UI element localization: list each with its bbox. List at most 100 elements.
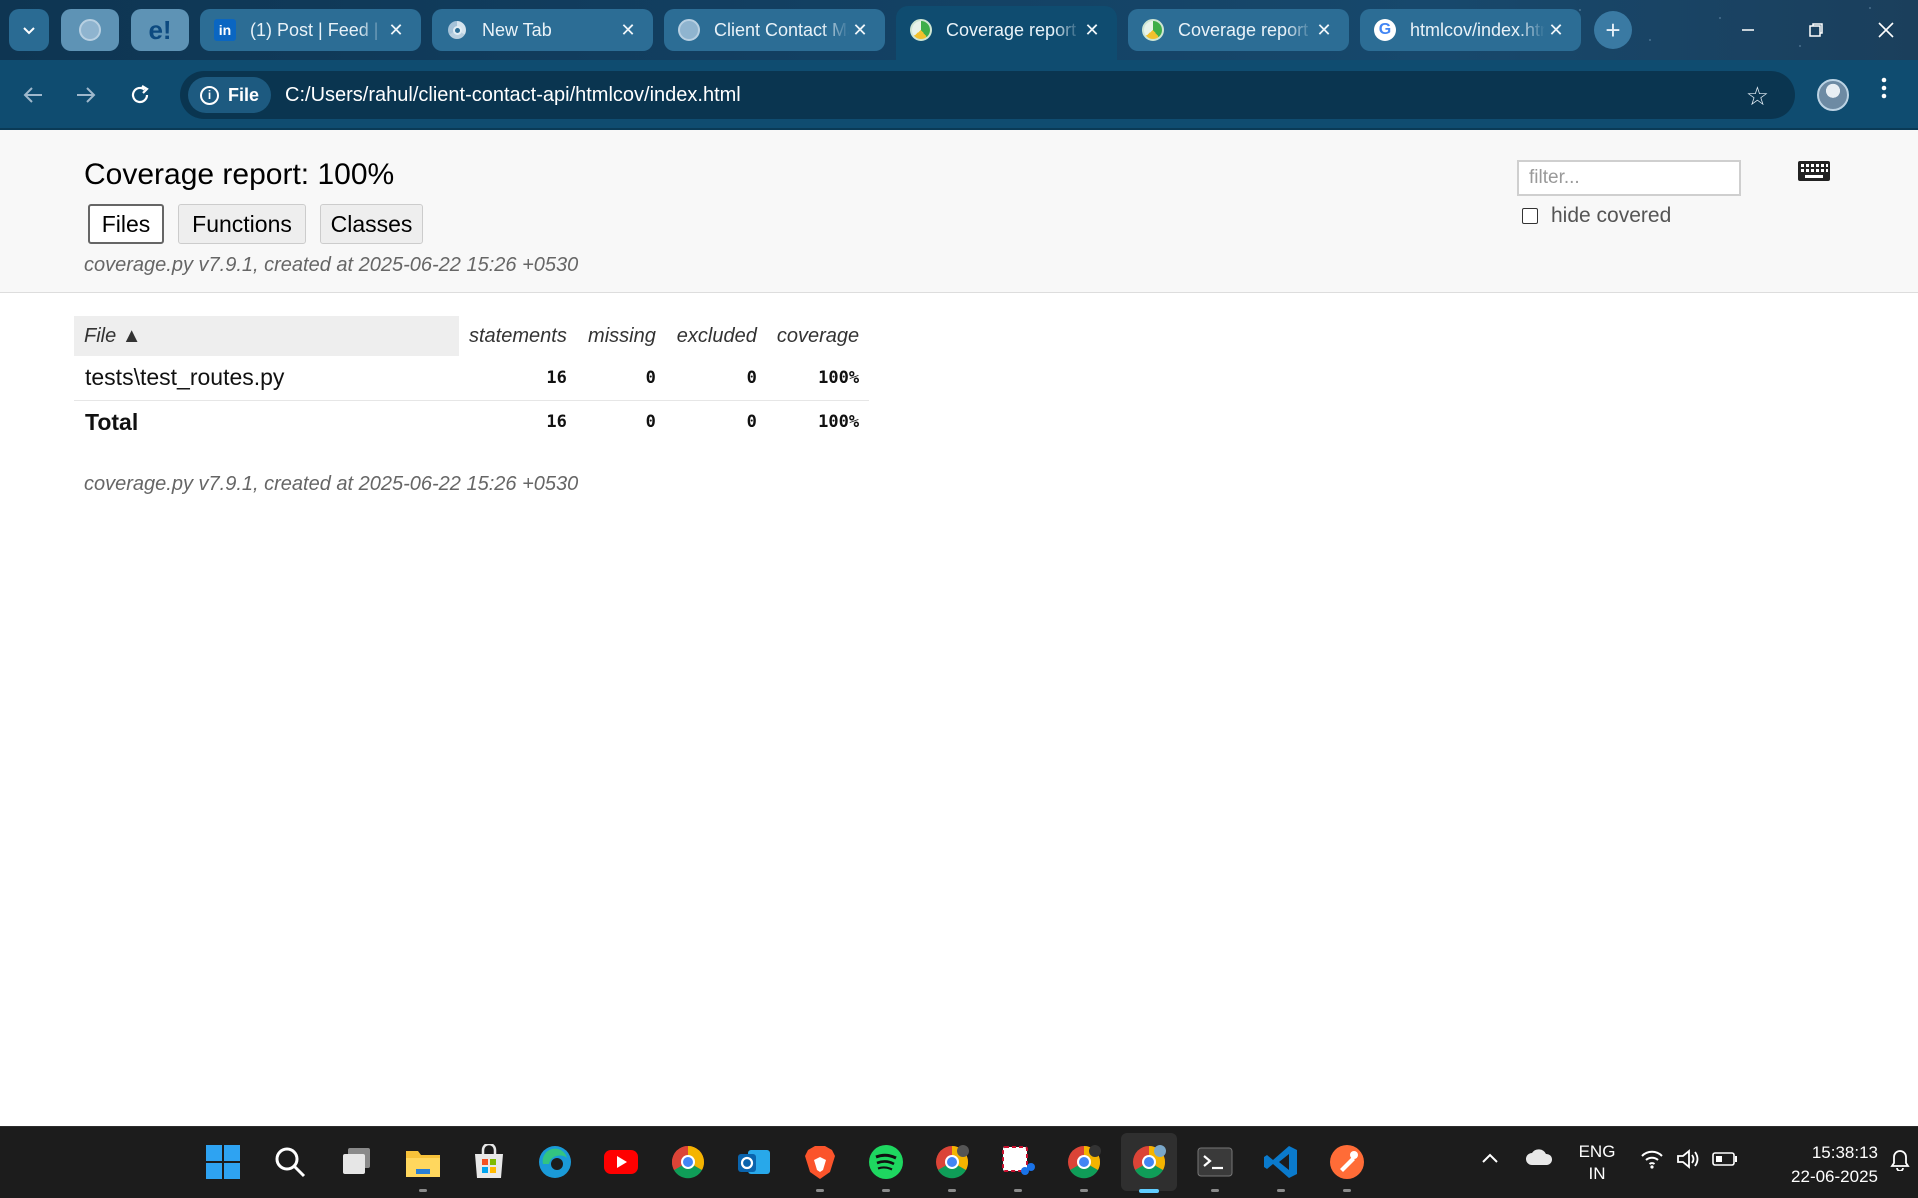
browser-toolbar: i File C:/Users/rahul/client-contact-api… xyxy=(0,60,1918,130)
clock-date: 22-06-2025 xyxy=(1791,1167,1878,1186)
e-logo-icon: e! xyxy=(148,14,172,45)
tab-title: Coverage report xyxy=(1178,19,1309,40)
show-hidden-icons-button[interactable] xyxy=(1481,1149,1499,1170)
chrome-button[interactable] xyxy=(667,1141,709,1183)
youtube-icon xyxy=(604,1150,638,1174)
column-header-missing[interactable]: missing xyxy=(577,316,666,356)
column-header-coverage[interactable]: coverage xyxy=(767,316,869,356)
statements-cell: 16 xyxy=(459,356,577,401)
files-view-button[interactable]: Files xyxy=(88,204,164,244)
total-missing: 0 xyxy=(645,412,656,433)
site-info-chip[interactable]: i File xyxy=(188,77,272,113)
postman-button[interactable] xyxy=(1326,1141,1368,1183)
missing-cell: 0 xyxy=(576,356,666,401)
checkbox[interactable] xyxy=(1522,208,1538,224)
close-icon[interactable]: ✕ xyxy=(617,20,639,41)
vscode-button[interactable] xyxy=(1260,1141,1302,1183)
restore-icon xyxy=(1809,23,1823,37)
bookmark-star-icon[interactable]: ☆ xyxy=(1746,81,1769,112)
url-text[interactable]: C:/Users/rahul/client-contact-api/htmlco… xyxy=(285,84,741,107)
chrome-active-button[interactable] xyxy=(1128,1141,1170,1183)
page-title: Coverage report: 100% xyxy=(84,158,395,191)
taskbar: ENG IN 15:38:13 22-06-2025 xyxy=(0,1126,1918,1198)
new-tab-button[interactable]: + xyxy=(1594,11,1632,49)
edge-button[interactable] xyxy=(534,1141,576,1183)
close-icon[interactable]: ✕ xyxy=(1545,20,1567,41)
browser-menu-button[interactable] xyxy=(1872,76,1896,107)
keyboard-shortcuts-button[interactable] xyxy=(1797,160,1831,187)
cloud-icon xyxy=(1526,1149,1553,1165)
filter-input[interactable] xyxy=(1517,160,1741,196)
globe-icon xyxy=(79,19,101,41)
close-icon[interactable]: ✕ xyxy=(1081,20,1103,41)
microsoft-store-button[interactable] xyxy=(468,1141,510,1183)
tab-search-button[interactable] xyxy=(9,9,49,51)
tab-linkedin[interactable]: in (1) Post | Feed | LinkedIn ✕ xyxy=(200,9,421,51)
chevron-down-icon xyxy=(23,27,35,35)
network-volume-battery[interactable] xyxy=(1640,1149,1738,1169)
close-window-button[interactable] xyxy=(1858,10,1914,50)
column-header-excluded[interactable]: excluded xyxy=(666,316,767,356)
notifications-button[interactable] xyxy=(1890,1149,1910,1176)
close-icon[interactable]: ✕ xyxy=(385,20,407,41)
site-chip-label: File xyxy=(228,84,260,105)
wifi-icon xyxy=(1641,1150,1663,1169)
tab-coverage-report[interactable]: Coverage report ✕ xyxy=(1128,9,1349,51)
linkedin-icon: in xyxy=(214,19,236,41)
pinned-tab-e[interactable]: e! xyxy=(131,9,189,51)
file-link[interactable]: tests\test_routes.py xyxy=(74,356,459,401)
onedrive-button[interactable] xyxy=(1525,1148,1553,1171)
language-indicator[interactable]: ENG IN xyxy=(1578,1141,1616,1185)
battery-icon xyxy=(1712,1152,1737,1166)
brave-button[interactable] xyxy=(799,1141,841,1183)
address-bar[interactable]: i File C:/Users/rahul/client-contact-api… xyxy=(180,71,1795,119)
footer-created-info: coverage.py v7.9.1, created at 2025-06-2… xyxy=(84,473,579,495)
region-code: IN xyxy=(1588,1164,1606,1183)
start-button[interactable] xyxy=(202,1141,244,1183)
tab-client-contact[interactable]: Client Contact Manager ✕ xyxy=(664,9,885,51)
column-header-statements[interactable]: statements xyxy=(459,316,577,356)
forward-button[interactable] xyxy=(67,76,105,114)
terminal-icon xyxy=(1197,1147,1233,1177)
task-view-button[interactable] xyxy=(336,1141,378,1183)
column-header-file[interactable]: File ▲ xyxy=(74,316,459,356)
tab-coverage-report-active[interactable]: Coverage report ✕ xyxy=(896,6,1117,60)
table-row[interactable]: tests\test_routes.py 16 0 0 100% xyxy=(74,356,870,401)
snipping-tool-icon xyxy=(1002,1146,1035,1175)
minimize-button[interactable] xyxy=(1720,10,1776,50)
hide-covered-toggle[interactable]: hide covered xyxy=(1522,204,1671,228)
more-vertical-icon xyxy=(1881,77,1887,99)
clock-time: 15:38:13 xyxy=(1811,1143,1878,1162)
coverage-icon xyxy=(910,19,932,41)
close-icon[interactable]: ✕ xyxy=(1313,20,1335,41)
chrome-icon xyxy=(936,1145,969,1179)
outlook-button[interactable] xyxy=(733,1141,775,1183)
close-icon[interactable]: ✕ xyxy=(849,20,871,41)
snipping-tool-button[interactable] xyxy=(997,1141,1039,1183)
tab-title: htmlcov/index.html xyxy=(1410,19,1545,40)
excluded-cell: 0 xyxy=(665,356,767,401)
browser-tab-strip: e! in (1) Post | Feed | LinkedIn ✕ New T… xyxy=(0,0,1918,60)
plus-icon: + xyxy=(1605,15,1621,45)
total-label: Total xyxy=(85,408,139,435)
edge-icon xyxy=(539,1146,571,1178)
terminal-button[interactable] xyxy=(1194,1141,1236,1183)
pinned-tab-browser[interactable] xyxy=(61,9,119,51)
classes-view-button[interactable]: Classes xyxy=(320,204,423,244)
reload-button[interactable] xyxy=(121,76,159,114)
back-button[interactable] xyxy=(14,76,52,114)
chrome-profile-button[interactable] xyxy=(931,1141,973,1183)
spotify-button[interactable] xyxy=(865,1141,907,1183)
profile-avatar[interactable] xyxy=(1817,79,1849,111)
tab-new-tab[interactable]: New Tab ✕ xyxy=(432,9,653,51)
clock[interactable]: 15:38:13 22-06-2025 xyxy=(1752,1141,1878,1189)
search-button[interactable] xyxy=(269,1141,311,1183)
reload-icon xyxy=(131,85,149,104)
tab-htmlcov-index[interactable]: G htmlcov/index.html ✕ xyxy=(1360,9,1581,51)
file-explorer-button[interactable] xyxy=(402,1141,444,1183)
language-code: ENG xyxy=(1578,1142,1616,1161)
restore-button[interactable] xyxy=(1788,10,1844,50)
youtube-button[interactable] xyxy=(600,1141,642,1183)
chrome-profile-2-button[interactable] xyxy=(1063,1141,1105,1183)
functions-view-button[interactable]: Functions xyxy=(178,204,306,244)
